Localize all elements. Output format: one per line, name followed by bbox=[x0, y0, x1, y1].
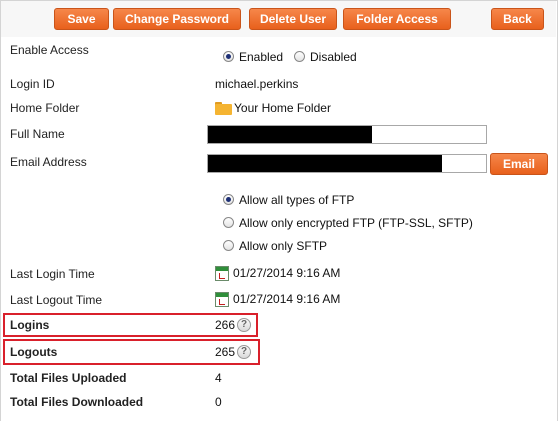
folder-access-button[interactable]: Folder Access bbox=[343, 8, 451, 30]
ftp-sftp-label: Allow only SFTP bbox=[239, 239, 328, 253]
files-downloaded-label: Total Files Downloaded bbox=[10, 395, 144, 409]
email-input[interactable] bbox=[207, 154, 487, 173]
login-id-value: michael.perkins bbox=[215, 77, 299, 91]
email-button[interactable]: Email bbox=[490, 153, 548, 175]
delete-user-button[interactable]: Delete User bbox=[249, 8, 337, 30]
folder-icon bbox=[215, 102, 232, 115]
disabled-radio[interactable] bbox=[294, 51, 305, 62]
ftp-encrypted-radio[interactable] bbox=[223, 217, 234, 228]
change-password-button[interactable]: Change Password bbox=[113, 8, 241, 30]
enabled-radio-label: Enabled bbox=[239, 50, 284, 64]
help-icon[interactable]: ? bbox=[237, 318, 251, 332]
calendar-clock-icon bbox=[215, 266, 229, 281]
help-icon[interactable]: ? bbox=[237, 345, 251, 359]
last-login-label: Last Login Time bbox=[10, 267, 95, 281]
files-uploaded-value: 4 bbox=[215, 371, 222, 385]
last-logout-label: Last Logout Time bbox=[10, 293, 103, 307]
back-button[interactable]: Back bbox=[491, 8, 544, 30]
logins-value: 266 bbox=[215, 318, 236, 332]
logouts-value: 265 bbox=[215, 345, 236, 359]
files-uploaded-label: Total Files Uploaded bbox=[10, 371, 127, 385]
redacted-block bbox=[208, 126, 372, 143]
full-name-label: Full Name bbox=[10, 127, 65, 141]
full-name-input[interactable] bbox=[207, 125, 487, 144]
last-login-value: 01/27/2014 9:16 AM bbox=[233, 266, 341, 280]
redacted-block bbox=[208, 155, 442, 172]
save-button[interactable]: Save bbox=[54, 8, 109, 30]
enable-access-label: Enable Access bbox=[10, 43, 89, 57]
ftp-encrypted-label: Allow only encrypted FTP (FTP-SSL, SFTP) bbox=[239, 216, 473, 230]
enabled-radio[interactable] bbox=[223, 51, 234, 62]
files-downloaded-value: 0 bbox=[215, 395, 222, 409]
email-address-label: Email Address bbox=[10, 155, 87, 169]
calendar-clock-icon bbox=[215, 292, 229, 307]
login-id-label: Login ID bbox=[10, 77, 55, 91]
ftp-all-label: Allow all types of FTP bbox=[239, 193, 355, 207]
disabled-radio-label: Disabled bbox=[310, 50, 357, 64]
home-folder-label: Home Folder bbox=[10, 101, 80, 115]
ftp-all-radio[interactable] bbox=[223, 194, 234, 205]
logins-label: Logins bbox=[10, 318, 50, 332]
last-logout-value: 01/27/2014 9:16 AM bbox=[233, 292, 341, 306]
logouts-label: Logouts bbox=[10, 345, 58, 359]
home-folder-link[interactable]: Your Home Folder bbox=[234, 101, 331, 115]
ftp-sftp-radio[interactable] bbox=[223, 240, 234, 251]
